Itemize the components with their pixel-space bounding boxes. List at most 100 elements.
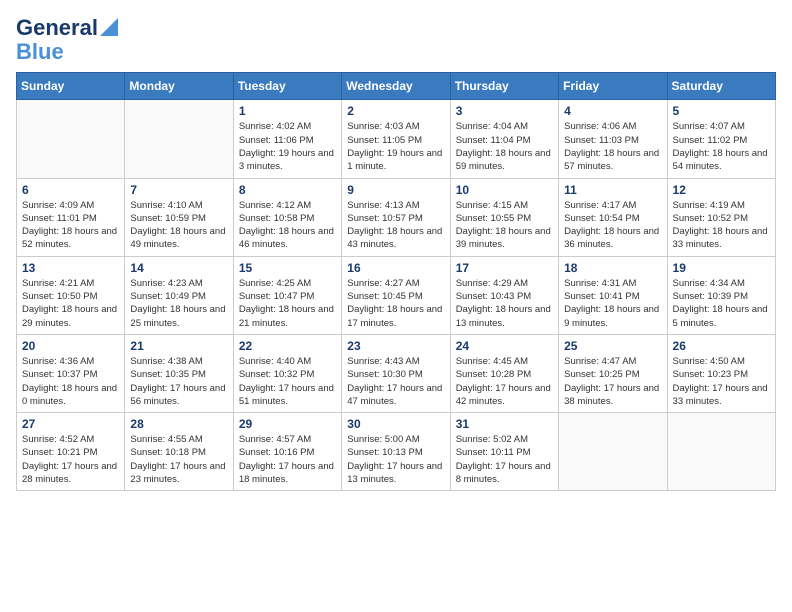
day-header-tuesday: Tuesday (233, 73, 341, 100)
calendar-week-row: 27 Sunrise: 4:52 AM Sunset: 10:21 PM Dayl… (17, 413, 776, 491)
calendar-cell: 31 Sunrise: 5:02 AM Sunset: 10:11 PM Dayl… (450, 413, 558, 491)
day-info: Sunrise: 4:09 AM Sunset: 11:01 PM Daylig… (22, 199, 119, 252)
calendar-cell: 3 Sunrise: 4:04 AM Sunset: 11:04 PM Dayli… (450, 100, 558, 178)
day-info: Sunrise: 4:55 AM Sunset: 10:18 PM Daylig… (130, 433, 227, 486)
calendar-cell: 20Sunrise: 4:36 AM Sunset: 10:37 PM Dayl… (17, 334, 125, 412)
day-number: 29 (239, 417, 336, 431)
day-info: Sunrise: 4:45 AM Sunset: 10:28 PM Daylig… (456, 355, 553, 408)
day-number: 16 (347, 261, 444, 275)
day-number: 24 (456, 339, 553, 353)
day-info: Sunrise: 4:10 AM Sunset: 10:59 PM Daylig… (130, 199, 227, 252)
calendar-cell: 11Sunrise: 4:17 AM Sunset: 10:54 PM Dayl… (559, 178, 667, 256)
day-number: 2 (347, 104, 444, 118)
day-info: Sunrise: 4:38 AM Sunset: 10:35 PM Daylig… (130, 355, 227, 408)
day-number: 25 (564, 339, 661, 353)
day-number: 13 (22, 261, 119, 275)
day-info: Sunrise: 4:31 AM Sunset: 10:41 PM Daylig… (564, 277, 661, 330)
calendar-table: SundayMondayTuesdayWednesdayThursdayFrid… (16, 72, 776, 491)
calendar-cell (17, 100, 125, 178)
day-number: 9 (347, 183, 444, 197)
day-number: 31 (456, 417, 553, 431)
calendar-cell: 9 Sunrise: 4:13 AM Sunset: 10:57 PM Dayli… (342, 178, 450, 256)
day-info: Sunrise: 4:34 AM Sunset: 10:39 PM Daylig… (673, 277, 770, 330)
day-number: 7 (130, 183, 227, 197)
calendar-cell: 17Sunrise: 4:29 AM Sunset: 10:43 PM Dayl… (450, 256, 558, 334)
day-header-friday: Friday (559, 73, 667, 100)
day-info: Sunrise: 5:00 AM Sunset: 10:13 PM Daylig… (347, 433, 444, 486)
day-number: 12 (673, 183, 770, 197)
calendar-cell: 30 Sunrise: 5:00 AM Sunset: 10:13 PM Dayl… (342, 413, 450, 491)
calendar-header-row: SundayMondayTuesdayWednesdayThursdayFrid… (17, 73, 776, 100)
calendar-week-row: 6 Sunrise: 4:09 AM Sunset: 11:01 PM Dayli… (17, 178, 776, 256)
day-number: 26 (673, 339, 770, 353)
day-info: Sunrise: 4:25 AM Sunset: 10:47 PM Daylig… (239, 277, 336, 330)
calendar-cell: 25 Sunrise: 4:47 AM Sunset: 10:25 PM Dayl… (559, 334, 667, 412)
day-number: 3 (456, 104, 553, 118)
calendar-cell (559, 413, 667, 491)
calendar-cell (125, 100, 233, 178)
day-info: Sunrise: 4:40 AM Sunset: 10:32 PM Daylig… (239, 355, 336, 408)
day-info: Sunrise: 4:06 AM Sunset: 11:03 PM Daylig… (564, 120, 661, 173)
day-info: Sunrise: 4:13 AM Sunset: 10:57 PM Daylig… (347, 199, 444, 252)
day-number: 15 (239, 261, 336, 275)
calendar-cell: 6 Sunrise: 4:09 AM Sunset: 11:01 PM Dayli… (17, 178, 125, 256)
day-number: 19 (673, 261, 770, 275)
day-number: 6 (22, 183, 119, 197)
day-header-monday: Monday (125, 73, 233, 100)
calendar-week-row: 13Sunrise: 4:21 AM Sunset: 10:50 PM Dayl… (17, 256, 776, 334)
day-number: 10 (456, 183, 553, 197)
day-info: Sunrise: 4:50 AM Sunset: 10:23 PM Daylig… (673, 355, 770, 408)
logo: General Blue (16, 16, 118, 64)
calendar-cell: 14Sunrise: 4:23 AM Sunset: 10:49 PM Dayl… (125, 256, 233, 334)
calendar-cell: 19 Sunrise: 4:34 AM Sunset: 10:39 PM Dayl… (667, 256, 775, 334)
day-number: 27 (22, 417, 119, 431)
day-info: Sunrise: 4:02 AM Sunset: 11:06 PM Daylig… (239, 120, 336, 173)
calendar-cell: 12 Sunrise: 4:19 AM Sunset: 10:52 PM Dayl… (667, 178, 775, 256)
calendar-cell: 23 Sunrise: 4:43 AM Sunset: 10:30 PM Dayl… (342, 334, 450, 412)
day-info: Sunrise: 4:04 AM Sunset: 11:04 PM Daylig… (456, 120, 553, 173)
day-header-thursday: Thursday (450, 73, 558, 100)
calendar-cell: 13Sunrise: 4:21 AM Sunset: 10:50 PM Dayl… (17, 256, 125, 334)
logo-triangle-icon (100, 18, 118, 36)
calendar-cell: 26 Sunrise: 4:50 AM Sunset: 10:23 PM Dayl… (667, 334, 775, 412)
day-info: Sunrise: 4:27 AM Sunset: 10:45 PM Daylig… (347, 277, 444, 330)
calendar-cell: 2Sunrise: 4:03 AM Sunset: 11:05 PM Dayli… (342, 100, 450, 178)
calendar-cell (667, 413, 775, 491)
day-number: 30 (347, 417, 444, 431)
day-number: 18 (564, 261, 661, 275)
calendar-cell: 21 Sunrise: 4:38 AM Sunset: 10:35 PM Dayl… (125, 334, 233, 412)
calendar-week-row: 20Sunrise: 4:36 AM Sunset: 10:37 PM Dayl… (17, 334, 776, 412)
day-number: 1 (239, 104, 336, 118)
day-info: Sunrise: 5:02 AM Sunset: 10:11 PM Daylig… (456, 433, 553, 486)
day-number: 21 (130, 339, 227, 353)
day-info: Sunrise: 4:15 AM Sunset: 10:55 PM Daylig… (456, 199, 553, 252)
calendar-cell: 24 Sunrise: 4:45 AM Sunset: 10:28 PM Dayl… (450, 334, 558, 412)
calendar-cell: 15 Sunrise: 4:25 AM Sunset: 10:47 PM Dayl… (233, 256, 341, 334)
calendar-cell: 22Sunrise: 4:40 AM Sunset: 10:32 PM Dayl… (233, 334, 341, 412)
day-number: 4 (564, 104, 661, 118)
logo-text-line2: Blue (16, 40, 64, 64)
day-header-sunday: Sunday (17, 73, 125, 100)
day-info: Sunrise: 4:17 AM Sunset: 10:54 PM Daylig… (564, 199, 661, 252)
logo-text-line1: General (16, 16, 98, 40)
calendar-cell: 10 Sunrise: 4:15 AM Sunset: 10:55 PM Dayl… (450, 178, 558, 256)
day-number: 20 (22, 339, 119, 353)
calendar-cell: 18 Sunrise: 4:31 AM Sunset: 10:41 PM Dayl… (559, 256, 667, 334)
day-info: Sunrise: 4:43 AM Sunset: 10:30 PM Daylig… (347, 355, 444, 408)
calendar-week-row: 1 Sunrise: 4:02 AM Sunset: 11:06 PM Dayli… (17, 100, 776, 178)
day-number: 17 (456, 261, 553, 275)
day-number: 23 (347, 339, 444, 353)
page-header: General Blue (16, 16, 776, 64)
calendar-cell: 4 Sunrise: 4:06 AM Sunset: 11:03 PM Dayli… (559, 100, 667, 178)
calendar-cell: 16 Sunrise: 4:27 AM Sunset: 10:45 PM Dayl… (342, 256, 450, 334)
day-info: Sunrise: 4:52 AM Sunset: 10:21 PM Daylig… (22, 433, 119, 486)
day-number: 5 (673, 104, 770, 118)
day-header-saturday: Saturday (667, 73, 775, 100)
calendar-cell: 28Sunrise: 4:55 AM Sunset: 10:18 PM Dayl… (125, 413, 233, 491)
calendar-cell: 8Sunrise: 4:12 AM Sunset: 10:58 PM Dayli… (233, 178, 341, 256)
day-info: Sunrise: 4:19 AM Sunset: 10:52 PM Daylig… (673, 199, 770, 252)
day-info: Sunrise: 4:07 AM Sunset: 11:02 PM Daylig… (673, 120, 770, 173)
calendar-cell: 5 Sunrise: 4:07 AM Sunset: 11:02 PM Dayli… (667, 100, 775, 178)
day-info: Sunrise: 4:47 AM Sunset: 10:25 PM Daylig… (564, 355, 661, 408)
day-number: 8 (239, 183, 336, 197)
